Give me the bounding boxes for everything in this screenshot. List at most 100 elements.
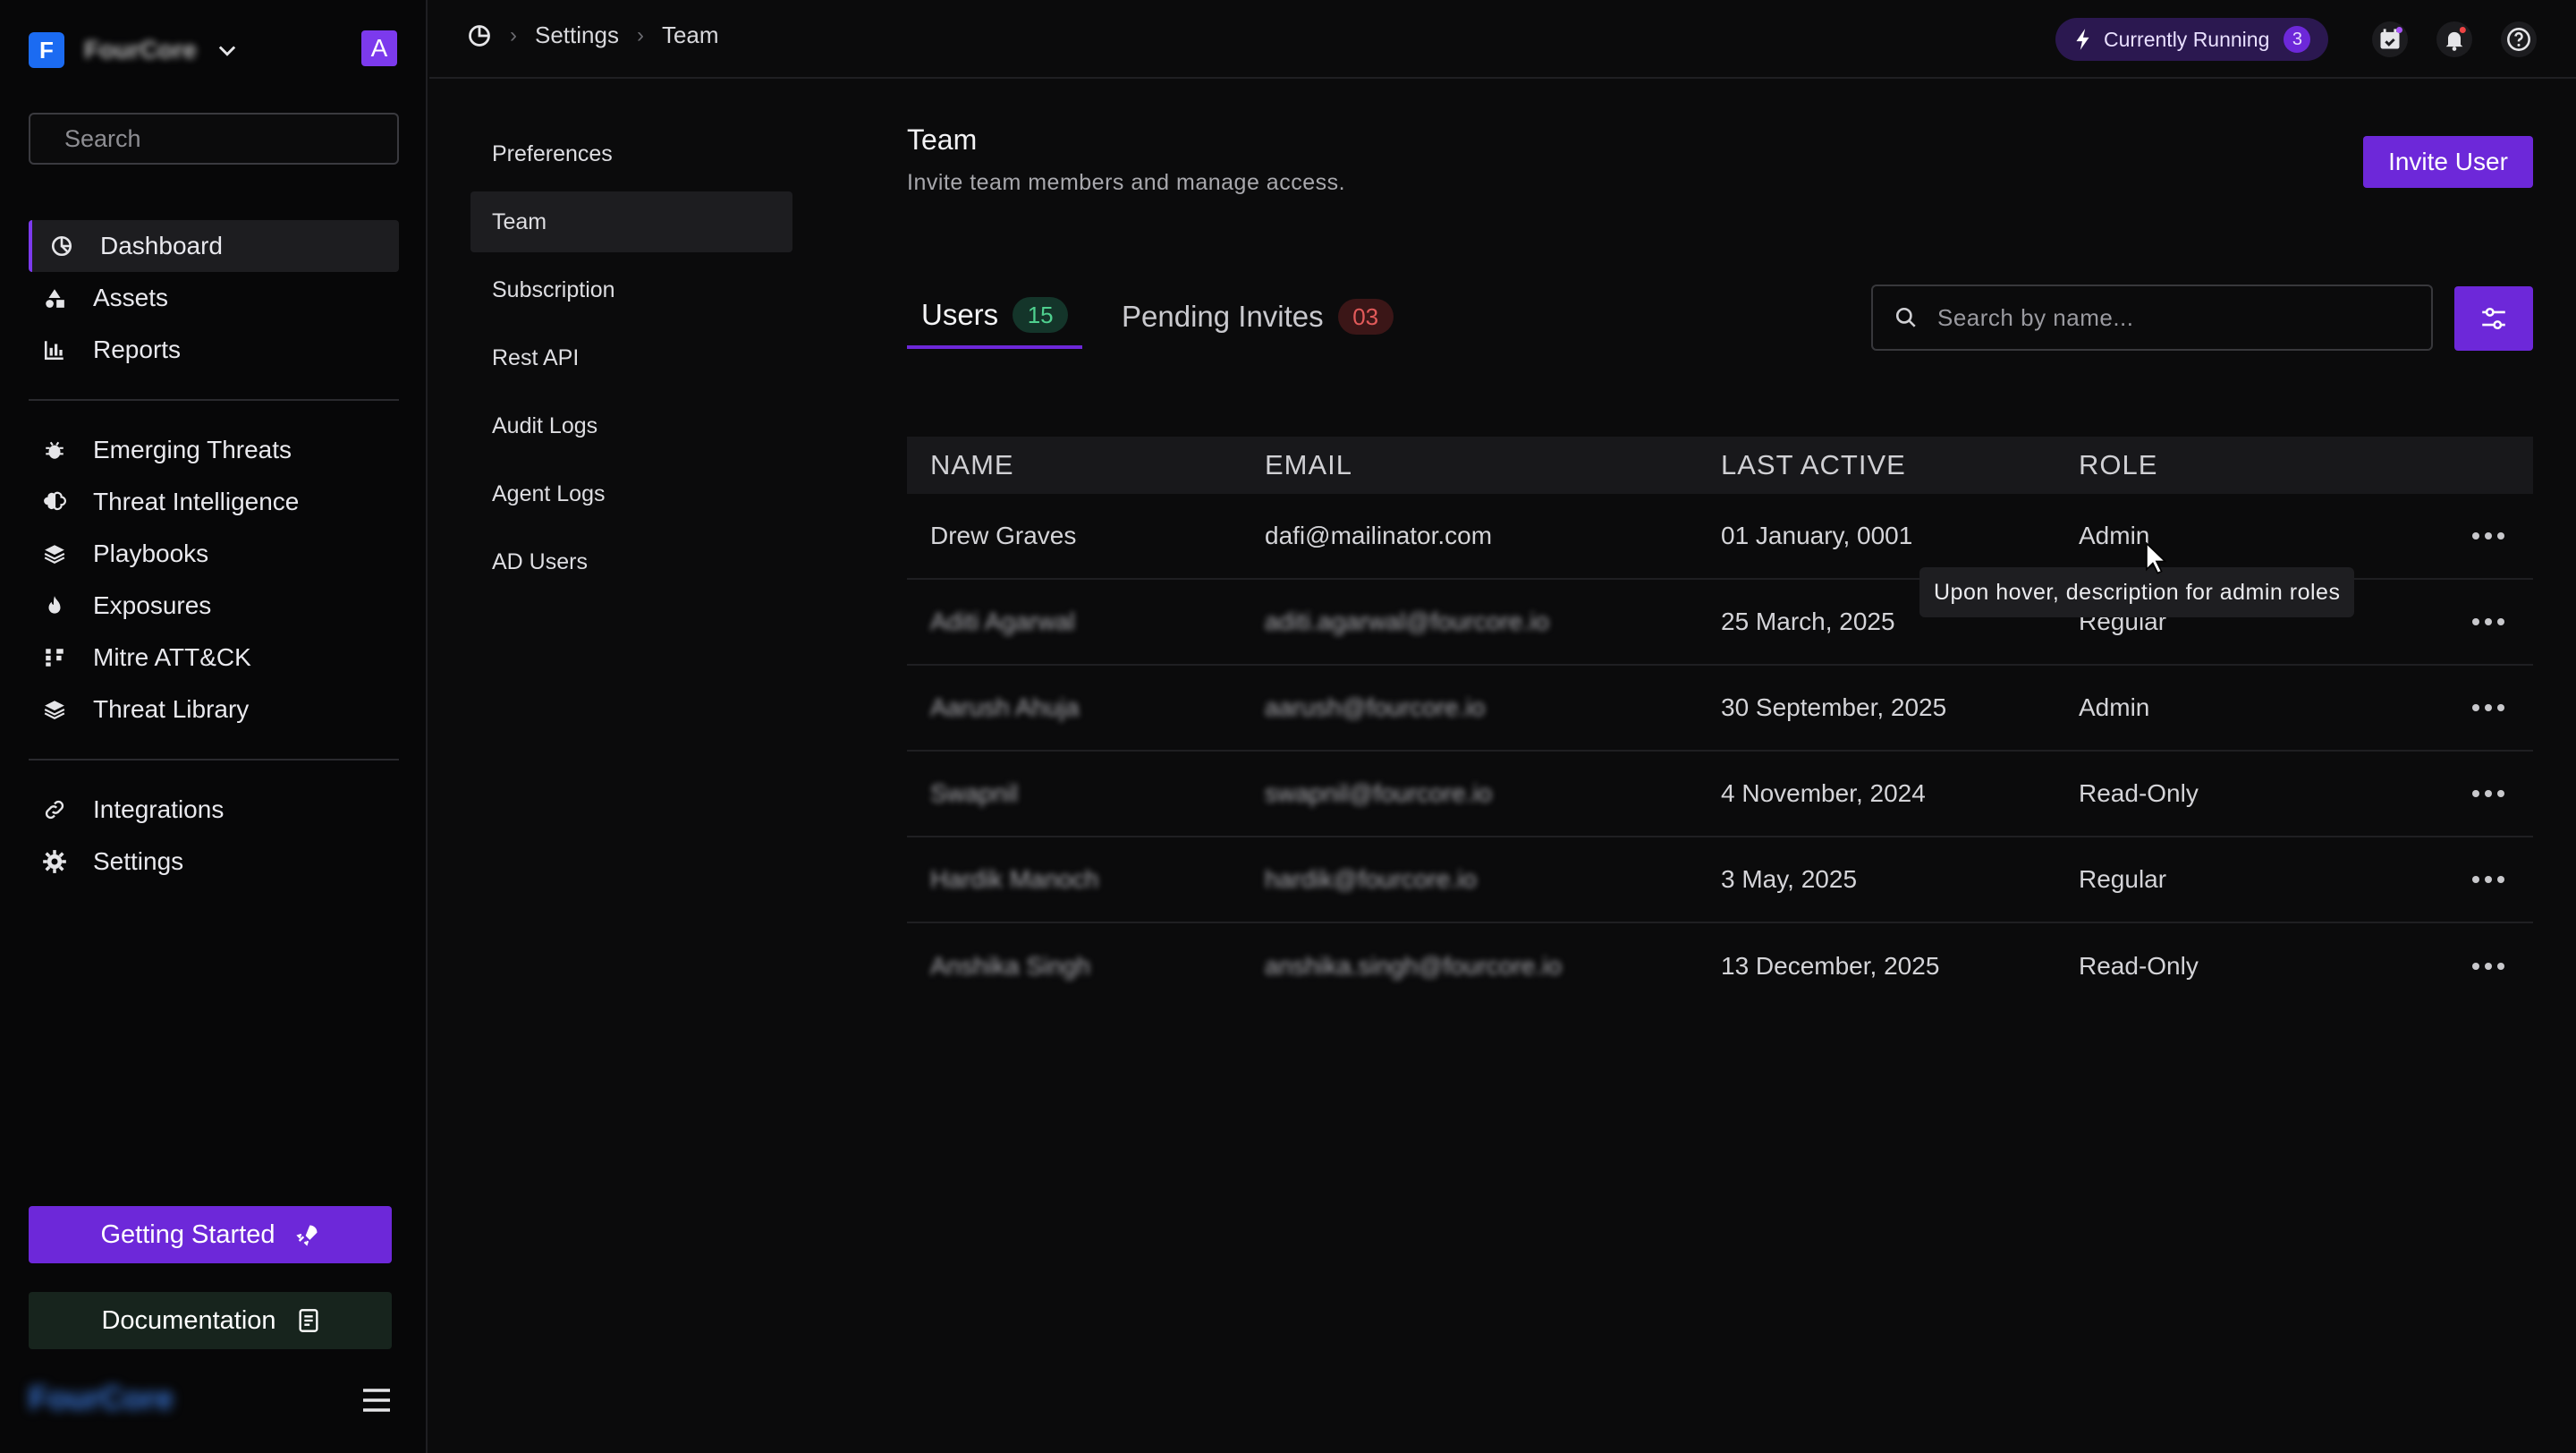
invite-user-button[interactable]: Invite User bbox=[2363, 136, 2533, 188]
users-table: NAME EMAIL LAST ACTIVE ROLE Drew Graves … bbox=[907, 437, 2533, 1009]
user-last-active: 01 January, 0001 bbox=[1721, 522, 1913, 549]
chevron-right-icon: › bbox=[510, 22, 517, 47]
column-header-email[interactable]: EMAIL bbox=[1265, 449, 1352, 481]
layers-icon bbox=[41, 540, 68, 567]
brain-icon bbox=[41, 489, 68, 515]
avatar[interactable]: A bbox=[361, 30, 397, 66]
sidebar-item-label: Exposures bbox=[93, 591, 212, 619]
table-row[interactable]: Hardik Manoch hardik@fourcore.io 3 May, … bbox=[907, 837, 2533, 923]
sidebar-item-label: Settings bbox=[93, 847, 184, 875]
role-tooltip: Upon hover, description for admin roles bbox=[1919, 567, 2355, 617]
getting-started-button[interactable]: Getting Started bbox=[29, 1206, 392, 1263]
table-row[interactable]: Swapnil swapnil@fourcore.io 4 November, … bbox=[907, 752, 2533, 837]
tab-label: Pending Invites bbox=[1122, 300, 1324, 333]
sidebar-item-dashboard[interactable]: Dashboard bbox=[29, 220, 399, 272]
more-options-icon[interactable] bbox=[2472, 699, 2504, 717]
sidebar-item-assets[interactable]: Assets bbox=[29, 272, 399, 324]
settings-nav-preferences[interactable]: Preferences bbox=[470, 123, 792, 184]
settings-nav-rest-api[interactable]: Rest API bbox=[470, 327, 792, 388]
user-last-active: 25 March, 2025 bbox=[1721, 608, 1895, 635]
user-search-field[interactable] bbox=[1871, 285, 2433, 351]
user-last-active: 3 May, 2025 bbox=[1721, 865, 1858, 893]
sidebar-primary-nav: Dashboard Assets Reports Emerging Threat… bbox=[29, 220, 399, 888]
sidebar-item-playbooks[interactable]: Playbooks bbox=[29, 528, 399, 580]
user-name: Aditi Agarwal bbox=[930, 608, 1075, 635]
sidebar-item-label: Emerging Threats bbox=[93, 436, 292, 463]
settings-nav: Preferences Team Subscription Rest API A… bbox=[470, 123, 792, 599]
bell-icon bbox=[2445, 27, 2466, 51]
pie-chart-icon bbox=[48, 233, 75, 259]
sidebar-item-label: Playbooks bbox=[93, 540, 209, 567]
documentation-button[interactable]: Documentation bbox=[29, 1292, 392, 1349]
currently-running-count: 3 bbox=[2284, 26, 2311, 53]
rocket-icon bbox=[295, 1225, 318, 1246]
table-row[interactable]: Anshika Singh anshika.singh@fourcore.io … bbox=[907, 923, 2533, 1009]
column-header-last-active[interactable]: LAST ACTIVE bbox=[1721, 449, 1906, 481]
column-header-role[interactable]: ROLE bbox=[2079, 449, 2157, 481]
bug-icon bbox=[41, 437, 68, 463]
settings-nav-agent-logs[interactable]: Agent Logs bbox=[470, 463, 792, 524]
user-email: hardik@fourcore.io bbox=[1265, 865, 1477, 893]
user-name: Anshika Singh bbox=[930, 952, 1091, 980]
sidebar-item-mitre[interactable]: Mitre ATT&CK bbox=[29, 632, 399, 684]
tab-users[interactable]: Users 15 bbox=[907, 285, 1083, 349]
more-options-icon[interactable] bbox=[2472, 871, 2504, 888]
org-logo: F bbox=[29, 32, 64, 68]
user-last-active: 30 September, 2025 bbox=[1721, 693, 1947, 721]
hamburger-menu-icon[interactable] bbox=[361, 1387, 392, 1414]
chevron-right-icon: › bbox=[636, 22, 644, 47]
sidebar-item-threat-intelligence[interactable]: Threat Intelligence bbox=[29, 476, 399, 528]
user-role[interactable]: Read-Only bbox=[2079, 952, 2199, 981]
user-email: aarush@fourcore.io bbox=[1265, 693, 1486, 721]
sidebar-search-input[interactable] bbox=[29, 113, 399, 165]
sidebar-item-settings[interactable]: Settings bbox=[29, 836, 399, 888]
bar-chart-icon bbox=[41, 336, 68, 363]
sidebar-item-threat-library[interactable]: Threat Library bbox=[29, 684, 399, 735]
filter-sliders-icon bbox=[2482, 307, 2505, 330]
notifications-button[interactable] bbox=[2436, 21, 2472, 57]
calendar-button[interactable] bbox=[2372, 21, 2408, 57]
settings-nav-audit-logs[interactable]: Audit Logs bbox=[470, 395, 792, 456]
sidebar-item-emerging-threats[interactable]: Emerging Threats bbox=[29, 424, 399, 476]
user-last-active: 4 November, 2024 bbox=[1721, 779, 1926, 807]
sidebar-item-label: Mitre ATT&CK bbox=[93, 643, 251, 671]
settings-nav-team[interactable]: Team bbox=[470, 191, 792, 252]
gear-icon bbox=[41, 848, 68, 875]
more-options-icon[interactable] bbox=[2472, 527, 2504, 545]
sidebar-item-exposures[interactable]: Exposures bbox=[29, 580, 399, 632]
sidebar-item-integrations[interactable]: Integrations bbox=[29, 784, 399, 836]
currently-running-label: Currently Running bbox=[2104, 27, 2270, 51]
tab-label: Users bbox=[921, 298, 999, 331]
user-role[interactable]: Admin bbox=[2079, 693, 2149, 722]
tab-pending-invites[interactable]: Pending Invites 03 bbox=[1122, 285, 1394, 349]
help-button[interactable] bbox=[2501, 21, 2537, 57]
page-title: Team bbox=[907, 123, 978, 156]
more-options-icon[interactable] bbox=[2472, 957, 2504, 975]
grid-icon bbox=[41, 644, 68, 671]
getting-started-label: Getting Started bbox=[100, 1219, 275, 1249]
lightning-icon bbox=[2076, 29, 2089, 50]
sidebar-item-reports[interactable]: Reports bbox=[29, 324, 399, 376]
currently-running-button[interactable]: Currently Running 3 bbox=[2055, 18, 2329, 61]
filter-button[interactable] bbox=[2454, 286, 2533, 351]
user-name: Drew Graves bbox=[930, 522, 1077, 549]
user-email: anshika.singh@fourcore.io bbox=[1265, 952, 1562, 980]
breadcrumb-settings[interactable]: Settings bbox=[535, 21, 619, 49]
app-root: F FourCore A Dashboard Assets Reports Em… bbox=[0, 0, 2576, 1453]
user-role[interactable]: Regular bbox=[2079, 865, 2166, 894]
more-options-icon[interactable] bbox=[2472, 613, 2504, 631]
settings-nav-subscription[interactable]: Subscription bbox=[470, 259, 792, 320]
user-search-input[interactable] bbox=[1937, 303, 2420, 332]
user-role[interactable]: Read-Only bbox=[2079, 779, 2199, 808]
column-header-name[interactable]: NAME bbox=[930, 449, 1014, 481]
user-last-active: 13 December, 2025 bbox=[1721, 952, 1940, 980]
org-name: FourCore bbox=[84, 36, 197, 64]
table-row[interactable]: Aarush Ahuja aarush@fourcore.io 30 Septe… bbox=[907, 666, 2533, 752]
more-options-icon[interactable] bbox=[2472, 785, 2504, 803]
org-switcher[interactable]: F FourCore bbox=[29, 30, 240, 70]
user-role[interactable]: Admin bbox=[2079, 522, 2149, 550]
settings-nav-ad-users[interactable]: AD Users bbox=[470, 531, 792, 592]
link-icon bbox=[41, 796, 68, 823]
user-email: dafi@mailinator.com bbox=[1265, 522, 1493, 549]
pie-chart-icon[interactable] bbox=[467, 23, 492, 48]
